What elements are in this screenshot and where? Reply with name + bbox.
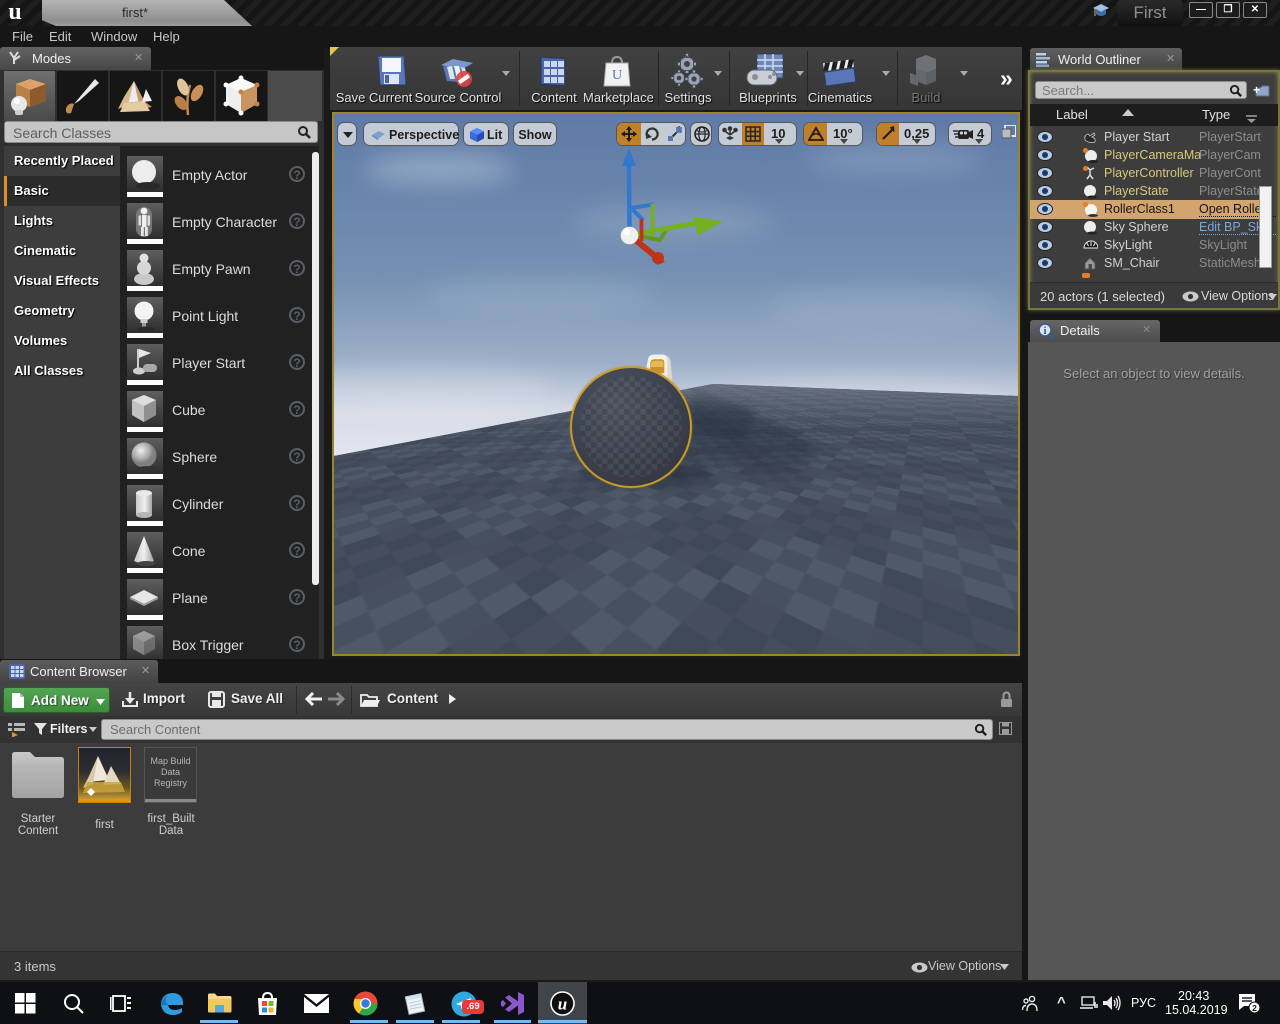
svg-text:U: U	[612, 68, 622, 83]
svg-text:2: 2	[1252, 1003, 1257, 1013]
svg-text:x: x	[373, 618, 379, 629]
svg-text:Z: Z	[368, 595, 375, 607]
svg-text:i: i	[1044, 326, 1047, 337]
svg-text:Y: Y	[389, 620, 397, 632]
svg-text:+: +	[1253, 83, 1260, 97]
svg-text:u: u	[558, 995, 567, 1014]
